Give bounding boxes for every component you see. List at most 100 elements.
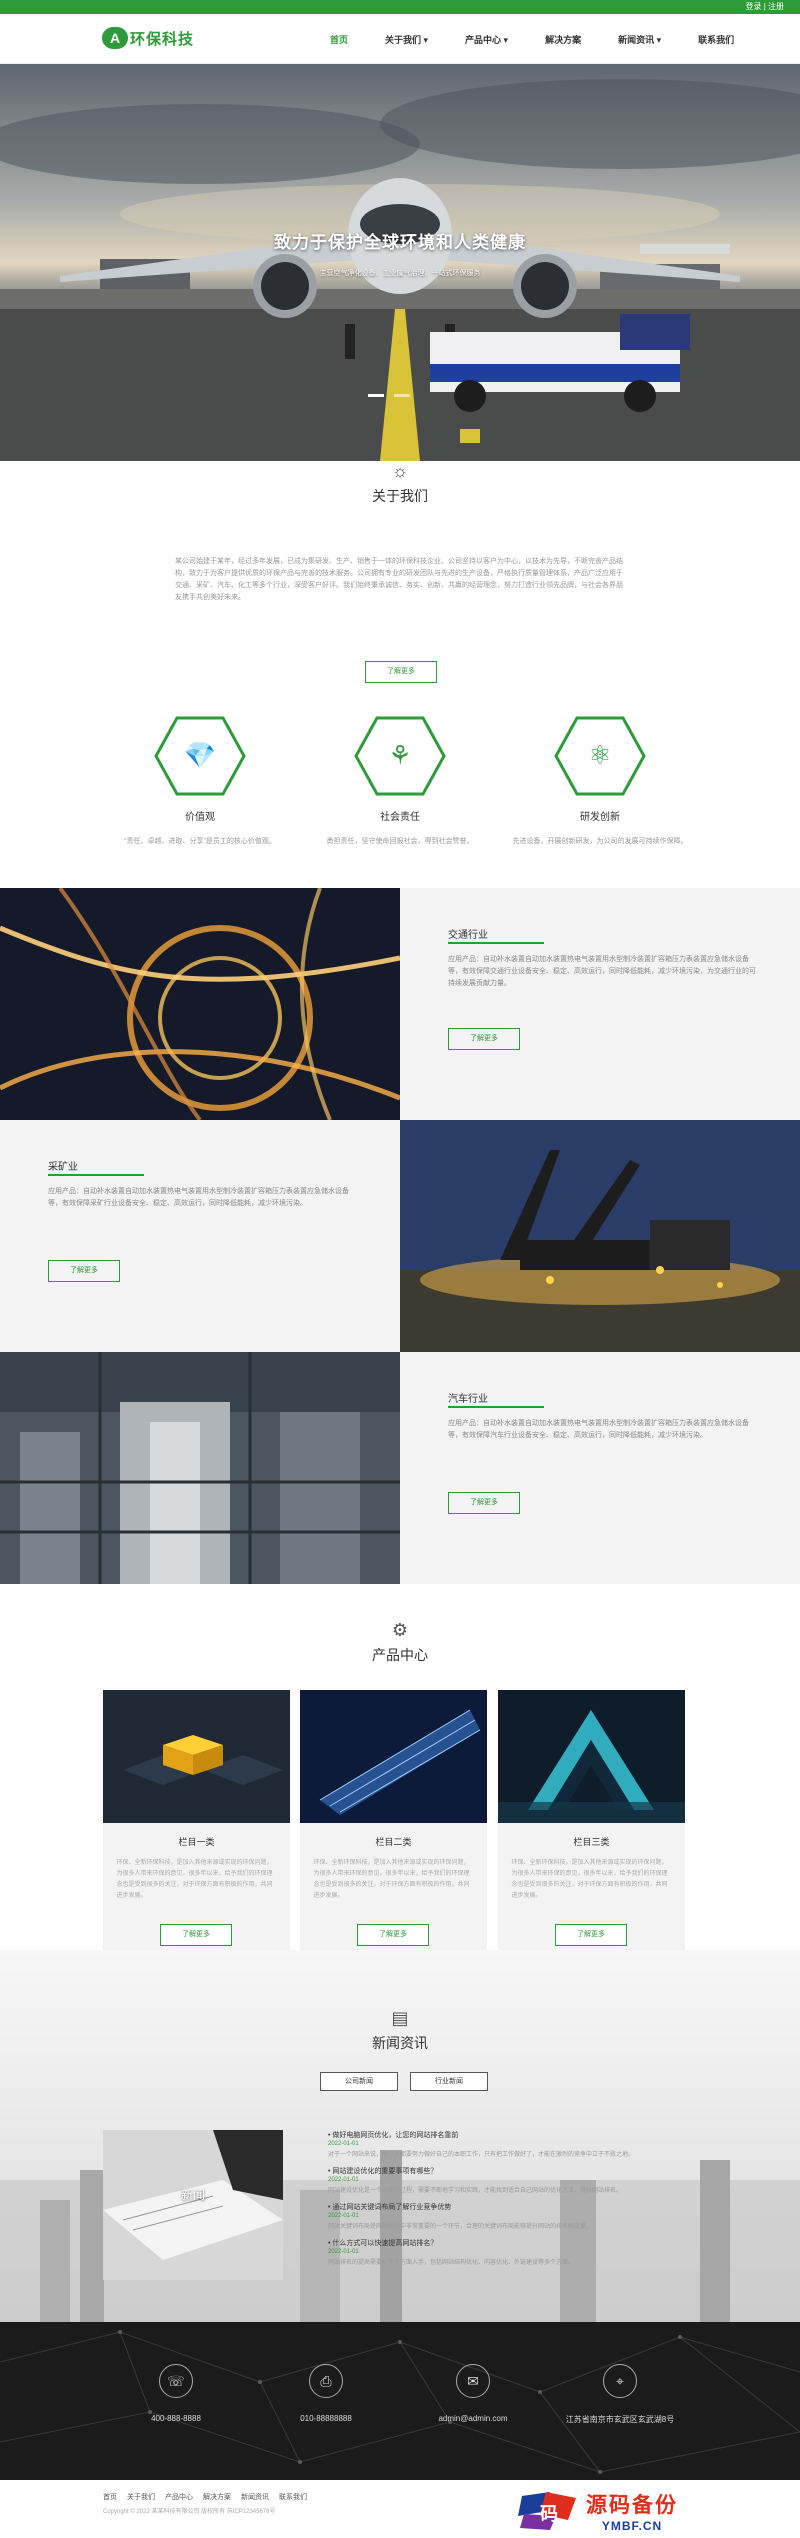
news-item-summary: 网站建设优化是一个长期的过程，需要不断地学习和实践，才能找到适合自己网站的优化方… xyxy=(328,2188,623,2194)
gears-icon: ⚙ xyxy=(391,1620,409,1640)
product-image xyxy=(103,1690,290,1823)
nav-item-products[interactable]: 产品中心 ▾ xyxy=(465,33,508,46)
product-title: 栏目二类 xyxy=(375,1837,412,1847)
watermark-text: 源码备份 YMBF.CN xyxy=(586,2489,678,2533)
contact-item: ☏ 400-888-8888 xyxy=(111,2364,241,2423)
news-tabs: 公司新闻 行业新闻 xyxy=(320,2072,488,2091)
factory-plant-image xyxy=(0,1352,400,1584)
login-register-links[interactable]: 登录 | 注册 xyxy=(745,1,784,12)
news-item[interactable]: 网站建设优化的重要事项有哪些？ 2022-01-01 网站建设优化是一个长期的过… xyxy=(328,2166,698,2194)
industry-row-automotive: 汽车行业 应用产品：自动补水装置自动加水装置热电气装置用水型制冷装置扩容箱压力表… xyxy=(0,1352,800,1584)
products-title: 产品中心 xyxy=(372,1647,428,1663)
product-card[interactable]: 栏目一类 环保、全新环保科技，是加入其他来源或实现的环保问题，为很多人带来环保的… xyxy=(103,1690,290,1962)
industry-more-button[interactable]: 了解更多 xyxy=(448,1492,520,1514)
contact-band: ☏ 400-888-8888 ⎙ 010-88888888 ✉ admin@ad… xyxy=(0,2322,800,2480)
hero-banner: 致力于保护全球环境和人类健康 主营空气净化设备、工业废气治理、一站式环保服务 xyxy=(0,64,800,461)
news-item-title[interactable]: 网站建设优化的重要事项有哪些？ xyxy=(328,2166,698,2176)
svg-text:码: 码 xyxy=(540,2504,558,2525)
value-badge: 💎 xyxy=(154,716,246,796)
hero-airplane-image xyxy=(0,64,800,461)
about-title: 关于我们 xyxy=(372,488,428,504)
industry-text: 采矿业 应用产品：自动补水装置自动加水装置热电气装置用水型制冷装置扩容箱压力表装… xyxy=(0,1120,400,1352)
about-section: ☼ 关于我们 某公司始建于某年，经过多年发展，已成为集研发、生产、销售于一体的环… xyxy=(0,461,800,845)
news-item-summary: 网站关键词布局是网站优化中非常重要的一个环节，合理的关键词布局能够提升网站的排名… xyxy=(328,2224,593,2230)
industry-row-mining: 采矿业 应用产品：自动补水装置自动加水装置热电气装置用水型制冷装置扩容箱压力表装… xyxy=(0,1120,800,1352)
product-image xyxy=(300,1690,487,1823)
industry-text: 交通行业 应用产品：自动补水装置自动加水装置热电气装置用水型制冷装置扩容箱压力表… xyxy=(400,888,800,1120)
news-item-date: 2022-01-01 xyxy=(328,2213,359,2219)
news-heading: ▤ 新闻资讯 xyxy=(0,2008,800,2053)
page: 登录 | 注册 A 环保科技 首页 关于我们 ▾ 产品中心 ▾ 解决方案 新闻资… xyxy=(0,0,800,2538)
footer-link-solutions[interactable]: 解决方案 xyxy=(203,2492,231,2502)
industry-text: 汽车行业 应用产品：自动补水装置自动加水装置热电气装置用水型制冷装置扩容箱压力表… xyxy=(400,1352,800,1584)
tab-industry-news[interactable]: 行业新闻 xyxy=(410,2072,488,2091)
watermark-logo-icon: 码 xyxy=(516,2490,578,2532)
title-underline xyxy=(448,942,544,944)
contact-phone[interactable]: 400-888-8888 xyxy=(111,2414,241,2423)
contact-email[interactable]: admin@admin.com xyxy=(408,2414,538,2423)
value-title: 社会责任 xyxy=(380,812,420,823)
top-bar: 登录 | 注册 xyxy=(0,0,800,14)
news-item-date: 2022-01-01 xyxy=(328,2141,359,2147)
product-more-button[interactable]: 了解更多 xyxy=(555,1924,627,1946)
product-image xyxy=(498,1690,685,1823)
news-item-title[interactable]: 通过网站关键词布局了解行业竞争优势 xyxy=(328,2202,698,2212)
industry-desc: 应用产品：自动补水装置自动加水装置热电气装置用水型制冷装置扩容箱压力表装置应急储… xyxy=(448,1420,749,1439)
industry-more-button[interactable]: 了解更多 xyxy=(48,1260,120,1282)
phone-icon: ☏ xyxy=(159,2364,193,2398)
industry-title: 汽车行业 xyxy=(448,1394,488,1405)
footer-link-about[interactable]: 关于我们 xyxy=(127,2492,155,2502)
product-more-button[interactable]: 了解更多 xyxy=(160,1924,232,1946)
hero-carousel-dots xyxy=(368,394,410,397)
product-more-button[interactable]: 了解更多 xyxy=(357,1924,429,1946)
logo-text: 环保科技 xyxy=(130,30,195,48)
tab-company-news[interactable]: 公司新闻 xyxy=(320,2072,398,2091)
logo-mark-icon: A xyxy=(102,27,128,49)
news-image-caption: 新闻 xyxy=(180,2188,205,2202)
industry-title: 交通行业 xyxy=(448,930,488,941)
title-underline xyxy=(448,1406,544,1408)
news-item[interactable]: 什么方式可以快速提高网站排名？ 2022-01-01 网站排名的提高需要从多个方… xyxy=(328,2238,698,2266)
news-item[interactable]: 做好电脑网页优化，让您的网站排名靠前 2022-01-01 对于一个网站来说，每… xyxy=(328,2130,698,2158)
nav-item-about[interactable]: 关于我们 ▾ xyxy=(385,33,428,46)
value-desc: “责任、卓越、进取、分享”是员工的核心价值观。 xyxy=(124,838,276,845)
contact-fax: 010-88888888 xyxy=(300,2414,352,2423)
lightbulb-icon: ☼ xyxy=(391,461,409,481)
contact-item: ⌖ 江苏省南京市玄武区玄武湖8号 xyxy=(555,2364,685,2425)
about-more-button[interactable]: 了解更多 xyxy=(365,661,437,683)
news-feature-image[interactable]: 新闻 xyxy=(103,2130,283,2280)
products-heading: ⚙ 产品中心 xyxy=(0,1620,800,1665)
product-card[interactable]: 栏目三类 环保、全新环保科技，是加入其他来源或实现的环保问题，为很多人带来环保的… xyxy=(498,1690,685,1962)
contact-item: ✉ admin@admin.com xyxy=(408,2364,538,2423)
footer-link-products[interactable]: 产品中心 xyxy=(165,2492,193,2502)
industry-more-button[interactable]: 了解更多 xyxy=(448,1028,520,1050)
product-card[interactable]: 栏目二类 环保、全新环保科技，是加入其他来源或实现的环保问题，为很多人带来环保的… xyxy=(300,1690,487,1962)
news-item-title[interactable]: 做好电脑网页优化，让您的网站排名靠前 xyxy=(328,2130,698,2140)
carousel-dot[interactable] xyxy=(394,394,410,397)
footer-link-news[interactable]: 新闻资讯 xyxy=(241,2492,269,2502)
about-text: 某公司始建于某年，经过多年发展，已成为集研发、生产、销售于一体的环保科技企业。公… xyxy=(175,558,623,601)
nav-item-contact[interactable]: 联系我们 xyxy=(698,33,734,46)
news-item-title[interactable]: 什么方式可以快速提高网站排名？ xyxy=(328,2238,698,2248)
value-desc: 勇担责任，坚守使命回报社会，得到社会赞誉。 xyxy=(326,838,474,845)
nav-item-news[interactable]: 新闻资讯 ▾ xyxy=(618,33,661,46)
value-desc: 先进设备，开展创新研发，为公司的发展可持续作保障。 xyxy=(512,838,688,845)
product-title: 栏目一类 xyxy=(178,1837,215,1847)
news-item-date: 2022-01-01 xyxy=(328,2249,359,2255)
mining-excavator-image xyxy=(400,1120,800,1352)
site-header: A 环保科技 首页 关于我们 ▾ 产品中心 ▾ 解决方案 新闻资讯 ▾ 联系我们 xyxy=(0,14,800,66)
nav-item-solutions[interactable]: 解决方案 xyxy=(545,33,581,46)
site-logo[interactable]: A 环保科技 xyxy=(102,27,194,49)
value-badge: ⚛ xyxy=(554,716,646,796)
value-title: 价值观 xyxy=(185,812,215,823)
footer-link-contact[interactable]: 联系我们 xyxy=(279,2492,307,2502)
nav-item-home[interactable]: 首页 xyxy=(325,33,353,66)
industry-desc: 应用产品：自动补水装置自动加水装置热电气装置用水型制冷装置扩容箱压力表装置应急储… xyxy=(448,956,756,987)
footer-link-home[interactable]: 首页 xyxy=(103,2492,117,2502)
carousel-dot[interactable] xyxy=(368,394,384,397)
news-item-summary: 对于一个网站来说，每个人都要努力做好自己的本职工作，只有把工作做好了，才能在激烈… xyxy=(328,2152,635,2158)
news-title: 新闻资讯 xyxy=(372,2035,428,2051)
newspaper-icon: ▤ xyxy=(391,2008,409,2028)
news-item[interactable]: 通过网站关键词布局了解行业竞争优势 2022-01-01 网站关键词布局是网站优… xyxy=(328,2202,698,2230)
copyright: Copyright © 2022 某某科技有限公司 版权所有 苏ICP12345… xyxy=(103,2509,276,2515)
